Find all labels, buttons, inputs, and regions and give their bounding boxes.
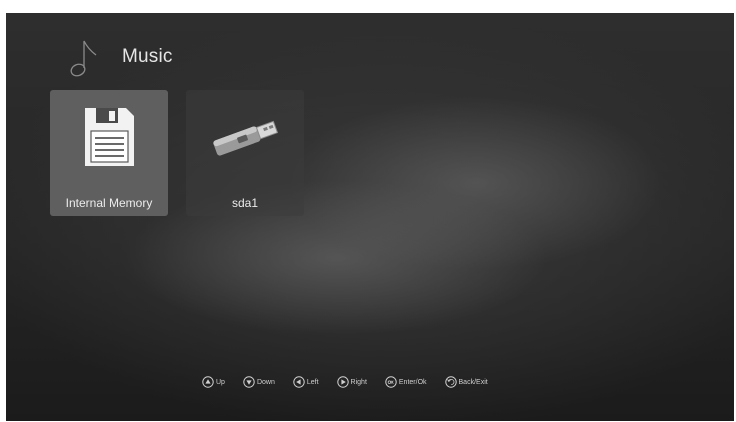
device-tile-internal-memory[interactable]: Internal Memory: [50, 90, 168, 216]
remote-hint-bar: Up Down Left Right Enter/Ok Back/Exit: [202, 374, 506, 390]
floppy-disk-icon: [85, 108, 134, 166]
header: Music: [68, 35, 173, 79]
hint-down: Down: [243, 376, 275, 388]
hint-left: Left: [293, 376, 319, 388]
music-note-icon: [70, 40, 97, 77]
device-tile-sda1[interactable]: sda1: [186, 90, 304, 216]
media-player-screen: Music Internal Memory sda1 Up Down Left …: [6, 13, 734, 421]
hint-label: Enter/Ok: [398, 378, 427, 386]
hint-label: Up: [216, 378, 225, 386]
left-arrow-icon: [293, 376, 305, 388]
down-arrow-icon: [243, 376, 255, 388]
page-title: Music: [122, 46, 173, 67]
device-label: Internal Memory: [65, 196, 153, 210]
device-label: sda1: [231, 196, 259, 210]
up-arrow-icon: [202, 376, 214, 388]
ok-icon: [385, 376, 397, 388]
usb-drive-icon: [213, 120, 279, 156]
hint-up: Up: [202, 376, 225, 388]
hint-label: Down: [256, 378, 275, 386]
hint-label: Right: [350, 378, 367, 386]
back-icon: [444, 376, 457, 388]
hint-label: Back/Exit: [458, 378, 488, 386]
hint-back-exit: Back/Exit: [444, 376, 488, 388]
hint-right: Right: [336, 376, 367, 388]
right-arrow-icon: [336, 376, 349, 388]
hint-enter-ok: Enter/Ok: [385, 376, 427, 388]
hint-label: Left: [306, 378, 319, 386]
